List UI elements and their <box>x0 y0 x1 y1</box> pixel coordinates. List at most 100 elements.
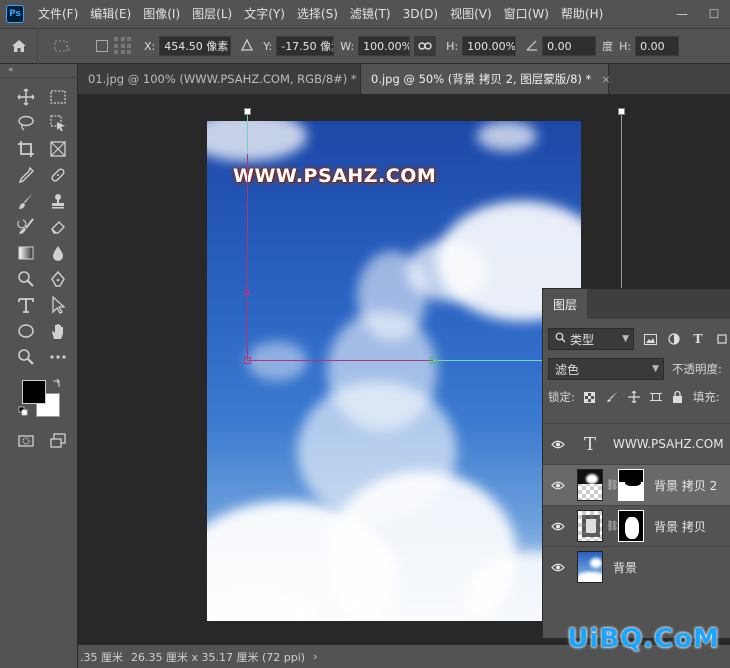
minimize-button[interactable]: — <box>666 0 698 28</box>
guide-line[interactable] <box>621 112 622 288</box>
menu-type[interactable]: 文字(Y) <box>238 0 291 28</box>
height-input[interactable]: 100.00% <box>462 36 517 56</box>
chevron-down-icon: ▼ <box>652 364 659 374</box>
lock-pixels-icon[interactable] <box>605 390 619 404</box>
quick-mask-icon[interactable] <box>10 428 42 454</box>
blur-tool-icon[interactable] <box>42 240 74 266</box>
blend-mode-select[interactable]: 滤色 ▼ <box>548 358 664 380</box>
close-icon[interactable]: × <box>601 73 610 86</box>
layer-row-text[interactable]: T WWW.PSAHZ.COM <box>543 423 730 464</box>
move-tool-icon[interactable] <box>10 84 42 110</box>
transform-handle[interactable] <box>618 108 625 115</box>
filter-adjustment-icon[interactable] <box>666 331 682 347</box>
layer-row-background[interactable]: 背景 <box>543 546 730 587</box>
hand-tool-icon[interactable] <box>42 318 74 344</box>
layer-mask-thumbnail[interactable] <box>618 469 644 501</box>
document-size: 26.35 厘米 x 35.17 厘米 (72 ppi) <box>131 650 306 664</box>
default-colors-icon[interactable] <box>18 406 28 419</box>
collapse-toolbar-button[interactable]: « <box>0 64 77 78</box>
layer-filter-select[interactable]: 类型 ▼ <box>548 328 634 350</box>
options-bar: X: 454.50 像素 Y: -17.50 像素 W: 100.00% H: … <box>0 28 730 64</box>
menu-3d[interactable]: 3D(D) <box>397 0 444 28</box>
dodge-tool-icon[interactable] <box>10 266 42 292</box>
brush-tool-icon[interactable] <box>10 188 42 214</box>
link-proportions-button[interactable] <box>414 36 437 56</box>
menu-bar: Ps 文件(F) 编辑(E) 图像(I) 图层(L) 文字(Y) 选择(S) 滤… <box>0 0 730 28</box>
menu-view[interactable]: 视图(V) <box>444 0 498 28</box>
h-label: H: <box>446 39 459 53</box>
crop-tool-icon[interactable] <box>10 136 42 162</box>
lock-transparent-icon[interactable] <box>583 390 597 404</box>
transform-reference-button[interactable] <box>38 38 86 54</box>
chevron-down-icon: ▼ <box>622 334 629 344</box>
angle-input[interactable]: 0.00 <box>542 36 597 56</box>
path-selection-tool-icon[interactable] <box>42 292 74 318</box>
site-watermark: UiBQ.CoM <box>567 624 720 654</box>
eye-icon[interactable] <box>547 481 569 490</box>
transform-handle[interactable] <box>244 290 249 295</box>
pen-tool-icon[interactable] <box>42 266 74 292</box>
document-image[interactable]: WWW.PSAHZ.COM <box>207 121 581 621</box>
menu-window[interactable]: 窗口(W) <box>498 0 555 28</box>
transform-handle[interactable] <box>244 357 251 364</box>
lock-position-icon[interactable] <box>627 390 641 404</box>
menu-file[interactable]: 文件(F) <box>32 0 84 28</box>
menu-image[interactable]: 图像(I) <box>137 0 186 28</box>
y-position-input[interactable]: -17.50 像素 <box>276 36 335 56</box>
menu-filter[interactable]: 滤镜(T) <box>344 0 397 28</box>
eye-icon[interactable] <box>547 522 569 531</box>
eye-icon[interactable] <box>547 563 569 572</box>
eraser-tool-icon[interactable] <box>42 214 74 240</box>
lock-all-icon[interactable] <box>671 390 685 404</box>
bounding-box-edge <box>247 360 433 361</box>
ellipse-tool-icon[interactable] <box>10 318 42 344</box>
type-tool-icon[interactable] <box>10 292 42 318</box>
screen-mode-icon[interactable] <box>42 428 74 454</box>
healing-brush-tool-icon[interactable] <box>42 162 74 188</box>
swap-colors-icon[interactable] <box>52 378 62 391</box>
layer-row-copy[interactable]: ⛓ 背景 拷贝 <box>543 505 730 546</box>
hskew-input[interactable]: 0.00 <box>635 36 680 56</box>
home-button[interactable] <box>0 28 38 64</box>
eyedropper-tool-icon[interactable] <box>10 162 42 188</box>
zoom-readout[interactable]: .35 厘米 <box>80 649 123 665</box>
menu-layer[interactable]: 图层(L) <box>186 0 238 28</box>
gradient-tool-icon[interactable] <box>10 240 42 266</box>
x-position-input[interactable]: 454.50 像素 <box>159 36 232 56</box>
transform-handle[interactable] <box>244 108 251 115</box>
tab-0-jpg[interactable]: 0.jpg @ 50% (背景 拷贝 2, 图层蒙版/8) * × <box>361 64 611 94</box>
menu-edit[interactable]: 编辑(E) <box>84 0 137 28</box>
angle-icon <box>526 39 538 54</box>
object-selection-tool-icon[interactable] <box>42 110 74 136</box>
menu-help[interactable]: 帮助(H) <box>555 0 609 28</box>
more-tools-icon[interactable] <box>42 344 74 370</box>
transform-handle[interactable] <box>430 357 437 364</box>
reference-point-checkbox[interactable] <box>96 40 108 52</box>
maximize-button[interactable]: ☐ <box>698 0 730 28</box>
w-label: W: <box>340 39 355 53</box>
tab-01-jpg[interactable]: 01.jpg @ 100% (WWW.PSAHZ.COM, RGB/8#) * … <box>78 64 376 94</box>
filter-shape-icon[interactable] <box>714 331 730 347</box>
clone-stamp-tool-icon[interactable] <box>42 188 74 214</box>
zoom-tool-icon[interactable] <box>10 344 42 370</box>
lock-artboard-icon[interactable] <box>649 390 663 404</box>
width-input[interactable]: 100.00% <box>358 36 411 56</box>
hskew-label: H: <box>619 39 632 53</box>
mask-link-icon[interactable]: ⛓ <box>606 480 619 491</box>
layer-mask-thumbnail[interactable] <box>618 510 644 542</box>
filter-pixel-icon[interactable] <box>642 331 658 347</box>
layer-row-copy-2[interactable]: ⛓ 背景 拷贝 2 <box>543 464 730 505</box>
reference-point-grid-icon[interactable] <box>114 37 132 55</box>
tab-layers[interactable]: 图层 <box>543 289 588 319</box>
menu-select[interactable]: 选择(S) <box>291 0 344 28</box>
frame-tool-icon[interactable] <box>42 136 74 162</box>
filter-type-icon[interactable]: T <box>690 331 706 347</box>
canvas-watermark-text[interactable]: WWW.PSAHZ.COM <box>233 165 436 187</box>
rect-marquee-tool-icon[interactable] <box>42 84 74 110</box>
status-menu-arrow[interactable]: › <box>313 650 317 663</box>
foreground-color-swatch[interactable] <box>22 380 46 404</box>
history-brush-tool-icon[interactable] <box>10 214 42 240</box>
lasso-tool-icon[interactable] <box>10 110 42 136</box>
mask-link-icon[interactable]: ⛓ <box>606 521 619 532</box>
eye-icon[interactable] <box>547 440 569 449</box>
